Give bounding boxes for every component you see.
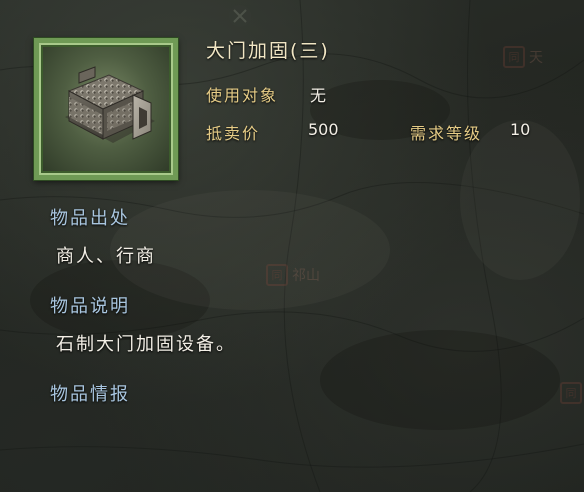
- source-heading: 物品出处: [50, 208, 130, 229]
- sell-price-value: 500: [308, 120, 339, 139]
- item-tooltip-panel: 同 天 同 祁山 同 大门加固(三) 使用对象 无 抵卖价 500 需求等级 1…: [0, 0, 584, 492]
- map-marker: 同 天: [503, 46, 543, 68]
- stone-gate-reinforcement-icon: [65, 66, 155, 143]
- description-heading: 物品说明: [50, 296, 130, 317]
- level-requirement-value: 10: [510, 120, 531, 139]
- map-marker: 同: [560, 382, 584, 404]
- map-marker-label: 天: [529, 50, 543, 66]
- seal-icon: 同: [266, 264, 288, 286]
- description-text: 石制大门加固设备。: [56, 334, 236, 355]
- intel-heading: 物品情报: [50, 384, 130, 405]
- level-requirement-label: 需求等级: [410, 124, 483, 143]
- target-label: 使用对象: [206, 86, 279, 105]
- item-name: 大门加固(三): [206, 40, 330, 62]
- item-icon-frame[interactable]: [34, 38, 178, 180]
- map-marker-label: 祁山: [292, 268, 320, 284]
- map-marker: 同 祁山: [266, 264, 320, 286]
- seal-icon: 同: [560, 382, 582, 404]
- seal-icon: 同: [503, 46, 525, 68]
- sell-price-label: 抵卖价: [206, 124, 261, 143]
- source-text: 商人、行商: [56, 246, 156, 267]
- target-value: 无: [310, 86, 327, 105]
- crossed-swords-icon: [228, 4, 252, 28]
